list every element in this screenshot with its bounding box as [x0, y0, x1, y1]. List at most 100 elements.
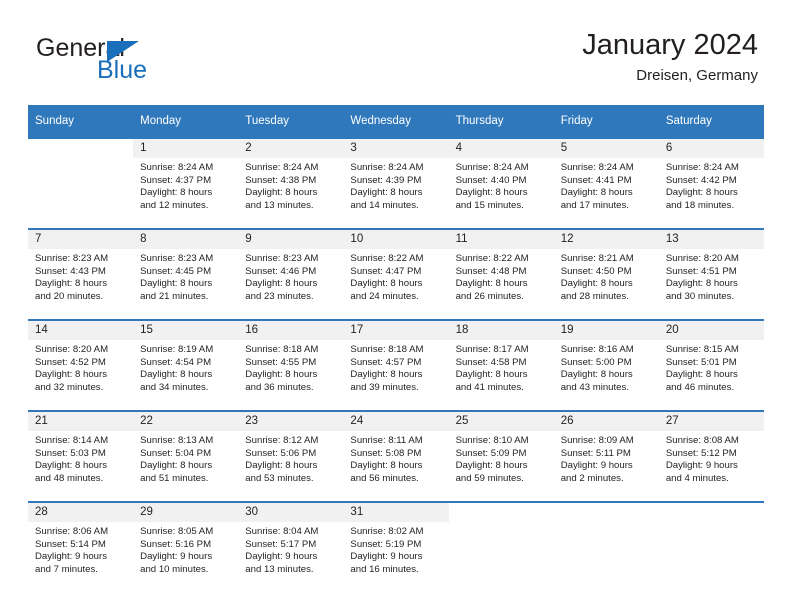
calendar-day-cell[interactable]: 18 Sunrise: 8:17 AM Sunset: 4:58 PM Dayligh… — [448, 321, 554, 403]
calendar-day-cell[interactable]: 31 Sunrise: 8:02 AM Sunset: 5:19 PM Dayligh… — [343, 503, 449, 585]
calendar-day-cell[interactable]: 15 Sunrise: 8:19 AM Sunset: 4:54 PM Dayligh… — [133, 321, 239, 403]
day-sun-info: Sunrise: 8:14 AM Sunset: 5:03 PM Daylight:… — [28, 431, 133, 485]
calendar-day-cell[interactable]: 17 Sunrise: 8:18 AM Sunset: 4:57 PM Dayligh… — [343, 321, 449, 403]
calendar-day-cell[interactable]: 27 Sunrise: 8:08 AM Sunset: 5:12 PM Dayligh… — [658, 412, 764, 494]
day-info-daylight-1: Daylight: 8 hours — [350, 278, 423, 290]
day-info-daylight-1: Daylight: 8 hours — [350, 460, 423, 472]
day-info-sunset: Sunset: 5:14 PM — [35, 538, 106, 550]
day-info-daylight-1: Daylight: 8 hours — [140, 187, 213, 199]
day-info-daylight-2: and 53 minutes. — [245, 472, 314, 484]
day-info-daylight-2: and 23 minutes. — [245, 290, 314, 302]
general-blue-logo[interactable]: General Blue — [34, 34, 264, 96]
calendar-day-cell[interactable]: 7 Sunrise: 8:23 AM Sunset: 4:43 PM Daylight… — [28, 230, 134, 312]
calendar-day-cell[interactable]: 13 Sunrise: 8:20 AM Sunset: 4:51 PM Dayligh… — [658, 230, 764, 312]
day-number: 2 — [238, 139, 344, 158]
day-info-daylight-2: and 56 minutes. — [350, 472, 419, 484]
calendar-day-cell[interactable]: 11 Sunrise: 8:22 AM Sunset: 4:48 PM Dayligh… — [448, 230, 554, 312]
day-number: 10 — [343, 230, 449, 249]
day-cell-inner: 16 Sunrise: 8:18 AM Sunset: 4:55 PM Dayligh… — [238, 321, 344, 403]
day-cell-inner: 11 Sunrise: 8:22 AM Sunset: 4:48 PM Dayligh… — [448, 230, 554, 312]
calendar-day-cell[interactable]: 29 Sunrise: 8:05 AM Sunset: 5:16 PM Dayligh… — [133, 503, 239, 585]
calendar-day-cell[interactable]: 10 Sunrise: 8:22 AM Sunset: 4:47 PM Dayligh… — [343, 230, 449, 312]
day-info-daylight-2: and 2 minutes. — [560, 472, 624, 484]
day-cell-inner: 27 Sunrise: 8:08 AM Sunset: 5:12 PM Dayligh… — [658, 412, 764, 494]
weekday-header-saturday: Saturday — [658, 105, 764, 137]
calendar-day-cell[interactable]: 26 Sunrise: 8:09 AM Sunset: 5:11 PM Dayligh… — [553, 412, 659, 494]
calendar-day-cell[interactable]: 8 Sunrise: 8:23 AM Sunset: 4:45 PM Daylight… — [133, 230, 239, 312]
day-info-sunset: Sunset: 5:00 PM — [560, 356, 632, 368]
calendar-day-cell-empty — [658, 503, 764, 585]
day-info-sunset: Sunset: 4:58 PM — [455, 356, 527, 368]
day-info-daylight-1: Daylight: 8 hours — [140, 278, 213, 290]
day-info-sunrise: Sunrise: 8:17 AM — [455, 344, 529, 355]
calendar-day-cell[interactable]: 30 Sunrise: 8:04 AM Sunset: 5:17 PM Dayligh… — [238, 503, 344, 585]
day-number: 3 — [343, 139, 449, 158]
day-info-sunset: Sunset: 5:03 PM — [35, 447, 106, 459]
day-sun-info: Sunrise: 8:24 AM Sunset: 4:37 PM Daylight:… — [133, 158, 238, 212]
day-number: 27 — [658, 412, 764, 431]
day-cell-inner: 8 Sunrise: 8:23 AM Sunset: 4:45 PM Daylight… — [133, 230, 239, 312]
day-info-daylight-1: Daylight: 9 hours — [140, 551, 213, 563]
calendar-day-cell[interactable]: 28 Sunrise: 8:06 AM Sunset: 5:14 PM Dayligh… — [28, 503, 134, 585]
day-sun-info: Sunrise: 8:24 AM Sunset: 4:39 PM Daylight:… — [343, 158, 448, 212]
day-info-sunrise: Sunrise: 8:24 AM — [560, 162, 634, 173]
week-gap — [28, 403, 764, 410]
day-info-sunset: Sunset: 5:08 PM — [350, 447, 422, 459]
calendar-day-cell[interactable]: 20 Sunrise: 8:15 AM Sunset: 5:01 PM Dayligh… — [658, 321, 764, 403]
calendar-day-cell[interactable]: 21 Sunrise: 8:14 AM Sunset: 5:03 PM Dayligh… — [28, 412, 134, 494]
day-number — [553, 503, 659, 522]
day-cell-inner: 5 Sunrise: 8:24 AM Sunset: 4:41 PM Daylight… — [553, 139, 659, 221]
calendar-day-cell[interactable]: 25 Sunrise: 8:10 AM Sunset: 5:09 PM Dayligh… — [448, 412, 554, 494]
calendar-day-cell[interactable]: 23 Sunrise: 8:12 AM Sunset: 5:06 PM Dayligh… — [238, 412, 344, 494]
day-info-daylight-1: Daylight: 8 hours — [35, 460, 107, 472]
day-number — [658, 503, 764, 522]
day-info-daylight-2: and 28 minutes. — [560, 290, 629, 302]
day-info-sunrise: Sunrise: 8:16 AM — [560, 344, 634, 355]
day-cell-inner: 26 Sunrise: 8:09 AM Sunset: 5:11 PM Dayligh… — [553, 412, 659, 494]
calendar-day-cell[interactable]: 22 Sunrise: 8:13 AM Sunset: 5:04 PM Dayligh… — [133, 412, 239, 494]
day-number: 15 — [133, 321, 239, 340]
calendar-week-row: 28 Sunrise: 8:06 AM Sunset: 5:14 PM Dayligh… — [28, 503, 764, 585]
calendar-day-cell[interactable]: 24 Sunrise: 8:11 AM Sunset: 5:08 PM Dayligh… — [343, 412, 449, 494]
day-number: 28 — [28, 503, 134, 522]
calendar-day-cell[interactable]: 3 Sunrise: 8:24 AM Sunset: 4:39 PM Daylight… — [343, 139, 449, 221]
day-cell-inner — [658, 503, 764, 585]
day-info-daylight-1: Daylight: 8 hours — [455, 278, 528, 290]
calendar-day-cell[interactable]: 9 Sunrise: 8:23 AM Sunset: 4:46 PM Daylight… — [238, 230, 344, 312]
calendar-day-cell[interactable]: 14 Sunrise: 8:20 AM Sunset: 4:52 PM Dayligh… — [28, 321, 134, 403]
day-cell-inner — [553, 503, 659, 585]
week-gap-cell — [28, 494, 764, 501]
day-info-sunrise: Sunrise: 8:20 AM — [665, 253, 739, 264]
day-info-daylight-1: Daylight: 8 hours — [560, 369, 633, 381]
day-info-sunset: Sunset: 4:55 PM — [245, 356, 317, 368]
week-gap-cell — [28, 312, 764, 319]
day-sun-info: Sunrise: 8:10 AM Sunset: 5:09 PM Daylight:… — [449, 431, 554, 485]
calendar-day-cell[interactable]: 4 Sunrise: 8:24 AM Sunset: 4:40 PM Daylight… — [448, 139, 554, 221]
day-sun-info: Sunrise: 8:18 AM Sunset: 4:57 PM Daylight:… — [343, 340, 448, 394]
day-info-sunrise: Sunrise: 8:18 AM — [350, 344, 424, 355]
calendar-day-cell[interactable]: 2 Sunrise: 8:24 AM Sunset: 4:38 PM Daylight… — [238, 139, 344, 221]
day-info-daylight-2: and 7 minutes. — [35, 563, 98, 575]
day-info-daylight-1: Daylight: 8 hours — [245, 278, 318, 290]
day-sun-info: Sunrise: 8:05 AM Sunset: 5:16 PM Daylight:… — [133, 522, 238, 576]
calendar-week-row: 14 Sunrise: 8:20 AM Sunset: 4:52 PM Dayligh… — [28, 321, 764, 403]
day-cell-inner: 31 Sunrise: 8:02 AM Sunset: 5:19 PM Dayligh… — [343, 503, 449, 585]
calendar-day-cell[interactable]: 5 Sunrise: 8:24 AM Sunset: 4:41 PM Daylight… — [553, 139, 659, 221]
day-info-sunset: Sunset: 4:50 PM — [560, 265, 632, 277]
day-info-daylight-1: Daylight: 8 hours — [455, 187, 528, 199]
day-info-sunrise: Sunrise: 8:24 AM — [140, 162, 214, 173]
calendar-day-cell[interactable]: 19 Sunrise: 8:16 AM Sunset: 5:00 PM Dayligh… — [553, 321, 659, 403]
day-info-sunset: Sunset: 4:48 PM — [455, 265, 527, 277]
calendar-day-cell[interactable]: 12 Sunrise: 8:21 AM Sunset: 4:50 PM Dayligh… — [553, 230, 659, 312]
day-sun-info: Sunrise: 8:23 AM Sunset: 4:46 PM Daylight:… — [238, 249, 343, 303]
calendar-day-cell[interactable]: 1 Sunrise: 8:24 AM Sunset: 4:37 PM Daylight… — [133, 139, 239, 221]
calendar-day-cell[interactable]: 16 Sunrise: 8:18 AM Sunset: 4:55 PM Dayligh… — [238, 321, 344, 403]
day-number: 22 — [133, 412, 239, 431]
day-info-sunset: Sunset: 4:57 PM — [350, 356, 422, 368]
day-cell-inner: 24 Sunrise: 8:11 AM Sunset: 5:08 PM Dayligh… — [343, 412, 449, 494]
week-gap — [28, 494, 764, 501]
title-block: January 2024 Dreisen, Germany — [582, 28, 758, 85]
day-cell-inner: 17 Sunrise: 8:18 AM Sunset: 4:57 PM Dayligh… — [343, 321, 449, 403]
day-info-sunrise: Sunrise: 8:24 AM — [665, 162, 739, 173]
calendar-day-cell[interactable]: 6 Sunrise: 8:24 AM Sunset: 4:42 PM Daylight… — [658, 139, 764, 221]
